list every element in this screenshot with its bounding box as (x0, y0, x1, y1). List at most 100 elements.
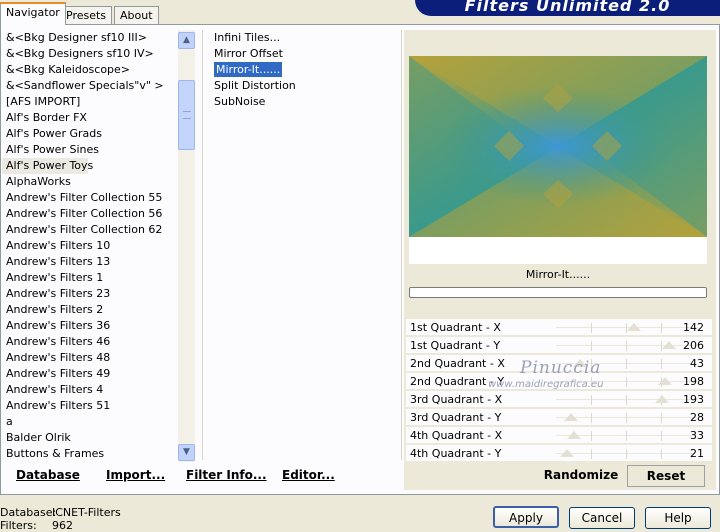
filter-item[interactable]: Infini Tiles... (210, 30, 390, 46)
category-item[interactable]: Buttons & Frames (2, 446, 178, 462)
app-title-banner: Filters Unlimited 2.0 (415, 0, 720, 16)
category-item[interactable]: Andrew's Filters 51 (2, 398, 178, 414)
parameter-slider[interactable] (556, 429, 702, 443)
tab-navigator-label: Navigator (6, 6, 60, 19)
parameter-label: 3rd Quadrant - Y (410, 411, 502, 424)
watermark-url: www.maidiregrafica.eu (488, 379, 604, 390)
slider-tick (591, 431, 592, 441)
category-item[interactable]: Alf's Border FX (2, 110, 178, 126)
filter-item[interactable]: Split Distortion (210, 78, 390, 94)
category-item[interactable]: &<Bkg Designers sf10 IV> (2, 46, 178, 62)
category-item[interactable]: AlphaWorks (2, 174, 178, 190)
parameter-label: 3rd Quadrant - X (410, 393, 503, 406)
column-divider (401, 30, 402, 460)
slider-thumb-icon[interactable] (654, 395, 669, 403)
category-item[interactable]: Alf's Power Sines (2, 142, 178, 158)
slider-thumb-icon[interactable] (626, 323, 641, 331)
filter-list[interactable]: Infini Tiles... Mirror Offset Mirror-It...… (210, 30, 390, 110)
slider-tick (626, 359, 627, 369)
parameter-value: 33 (690, 429, 704, 442)
import-button[interactable]: Import... (106, 468, 165, 482)
category-item[interactable]: &<Bkg Designer sf10 III> (2, 30, 178, 46)
slider-tick (626, 377, 627, 387)
slider-thumb-icon[interactable] (564, 413, 579, 421)
tab-navigator[interactable]: Navigator (0, 2, 66, 25)
parameter-slider[interactable] (556, 393, 702, 407)
category-scrollbar[interactable]: ▲ ▼ (178, 30, 195, 462)
randomize-button[interactable]: Randomize (542, 465, 620, 487)
category-item[interactable]: Andrew's Filters 49 (2, 366, 178, 382)
parameter-label: 4th Quadrant - X (410, 429, 503, 442)
parameter-slider[interactable] (556, 447, 702, 461)
category-item[interactable]: Andrew's Filters 13 (2, 254, 178, 270)
filter-item[interactable]: Mirror Offset (210, 46, 390, 62)
parameter-row[interactable]: 3rd Quadrant - Y 28 (406, 409, 712, 427)
category-item[interactable]: Andrew's Filters 36 (2, 318, 178, 334)
parameter-slider[interactable] (556, 411, 702, 425)
slider-tick (591, 449, 592, 459)
database-value: ICNET-Filters (52, 506, 121, 519)
category-item[interactable]: Andrew's Filter Collection 62 (2, 222, 178, 238)
category-item[interactable]: Andrew's Filters 48 (2, 350, 178, 366)
parameter-slider[interactable] (556, 321, 702, 335)
parameter-label: 2nd Quadrant - X (410, 357, 505, 370)
slider-thumb-icon[interactable] (662, 341, 677, 349)
slider-thumb-icon[interactable] (657, 377, 672, 385)
apply-button[interactable]: Apply (493, 506, 559, 528)
parameter-value: 206 (683, 339, 704, 352)
parameter-slider[interactable] (556, 339, 702, 353)
watermark-name: Pinuccia (520, 358, 602, 378)
category-item[interactable]: Alf's Power Toys (2, 158, 93, 174)
parameter-value: 193 (683, 393, 704, 406)
scroll-thumb[interactable] (178, 80, 195, 150)
category-item[interactable]: Andrew's Filters 4 (2, 382, 178, 398)
slider-tick (661, 413, 662, 423)
category-item[interactable]: a (2, 414, 178, 430)
scroll-down-button[interactable]: ▼ (178, 444, 195, 461)
filter-item[interactable]: SubNoise (210, 94, 390, 110)
database-button[interactable]: Database (16, 468, 80, 482)
slider-tick (661, 323, 662, 333)
parameter-label: 4th Quadrant - Y (410, 447, 502, 460)
category-item[interactable]: Andrew's Filter Collection 56 (2, 206, 178, 222)
column-divider (202, 30, 203, 460)
category-list[interactable]: &<Bkg Designer sf10 III> &<Bkg Designers … (2, 30, 178, 462)
parameter-row[interactable]: 1st Quadrant - Y 206 (406, 337, 712, 355)
category-item[interactable]: Andrew's Filters 23 (2, 286, 178, 302)
category-item[interactable]: Andrew's Filters 2 (2, 302, 178, 318)
category-item[interactable]: &<Bkg Kaleidoscope> (2, 62, 178, 78)
parameter-row[interactable]: 4th Quadrant - Y 21 (406, 445, 712, 463)
parameter-row[interactable]: 3rd Quadrant - X 193 (406, 391, 712, 409)
category-item[interactable]: Alf's Power Grads (2, 126, 178, 142)
slider-thumb-icon[interactable] (567, 431, 582, 439)
category-item[interactable]: Andrew's Filter Collection 55 (2, 190, 178, 206)
parameter-label: 1st Quadrant - X (410, 321, 501, 334)
editor-button[interactable]: Editor... (282, 468, 335, 482)
filter-item-label: Split Distortion (214, 79, 296, 92)
category-item[interactable]: &<Sandflower Specials"v" > (2, 78, 178, 94)
filter-item-label: Infini Tiles... (214, 31, 281, 44)
tab-presets[interactable]: Presets (60, 6, 113, 24)
preview-blank-area (409, 237, 707, 264)
filter-item[interactable]: Mirror-It...... (210, 61, 390, 78)
reset-button[interactable]: Reset (627, 465, 705, 487)
category-item[interactable]: Balder Olrik (2, 430, 178, 446)
category-item[interactable]: Andrew's Filters 46 (2, 334, 178, 350)
scroll-up-button[interactable]: ▲ (178, 32, 195, 49)
filter-item-label: Mirror-It...... (212, 61, 284, 78)
category-item[interactable]: Andrew's Filters 10 (2, 238, 178, 254)
slider-tick (661, 449, 662, 459)
parameter-row[interactable]: 4th Quadrant - X 33 (406, 427, 712, 445)
parameter-value: 198 (683, 375, 704, 388)
slider-tick (591, 341, 592, 351)
parameter-value: 43 (690, 357, 704, 370)
tab-presets-label: Presets (66, 9, 107, 22)
slider-tick (591, 323, 592, 333)
filter-info-button[interactable]: Filter Info... (186, 468, 267, 482)
tab-about[interactable]: About (114, 6, 159, 24)
preview-image (409, 56, 707, 237)
category-item[interactable]: [AFS IMPORT] (2, 94, 178, 110)
category-item[interactable]: Andrew's Filters 1 (2, 270, 178, 286)
slider-thumb-icon[interactable] (560, 449, 575, 457)
parameter-row[interactable]: 1st Quadrant - X 142 (406, 319, 712, 337)
